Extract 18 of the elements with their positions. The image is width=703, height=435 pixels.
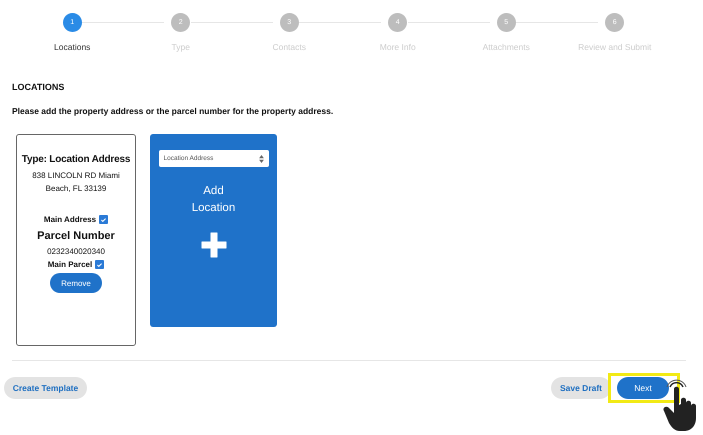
section-title: LOCATIONS <box>12 82 66 94</box>
location-type-title: Type: Location Address <box>22 154 130 165</box>
up-down-arrows-icon <box>258 154 264 162</box>
main-parcel-label: Main Parcel <box>48 260 92 269</box>
remove-button[interactable]: Remove <box>50 273 102 293</box>
plus-icon[interactable] <box>200 231 228 259</box>
step-label[interactable]: Locations <box>54 42 90 52</box>
instruction-text: Please add the property address or the parcel number for the property address. <box>12 106 334 116</box>
main-parcel-checkbox[interactable] <box>95 260 104 269</box>
save-draft-button[interactable]: Save Draft <box>551 377 611 399</box>
main-address-checkbox[interactable] <box>99 215 108 224</box>
parcel-number: 0232340020340 <box>47 247 105 256</box>
create-template-button[interactable]: Create Template <box>4 377 87 399</box>
main-address-label: Main Address <box>44 215 96 224</box>
next-button[interactable]: Next <box>617 377 669 399</box>
address-text: 838 LINCOLN RD Miami Beach, FL 33139 <box>31 170 121 195</box>
add-location-label: Add Location <box>190 184 236 216</box>
parcel-number-title: Parcel Number <box>37 230 115 242</box>
